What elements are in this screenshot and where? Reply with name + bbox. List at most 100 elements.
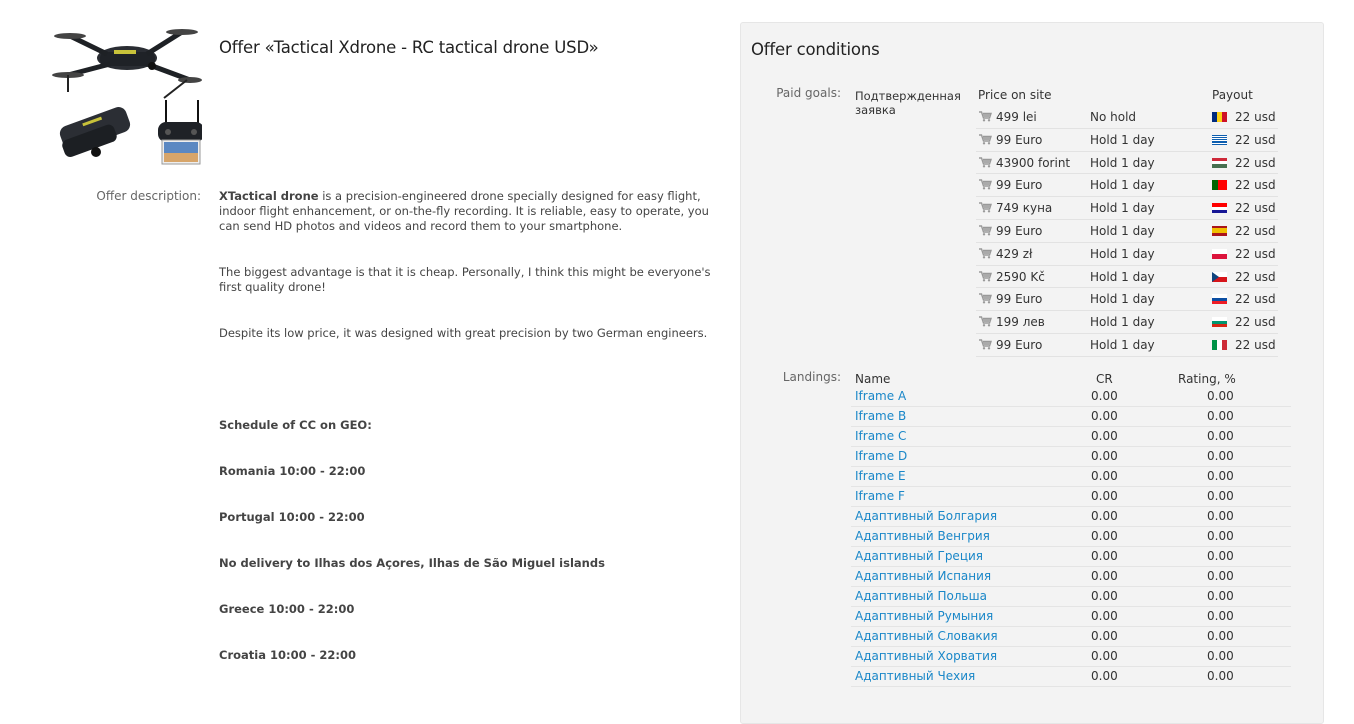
- flag-sk-icon: [1212, 294, 1227, 305]
- payout-value: 22 usd: [1235, 269, 1276, 284]
- paid-goal-row: 749 куна Hold 1 day 22 usd: [976, 197, 1278, 220]
- cart-icon: [979, 111, 992, 122]
- landing-cr: 0.00: [1091, 669, 1118, 683]
- landing-cr: 0.00: [1091, 469, 1118, 483]
- landing-name-column-header: Name: [855, 372, 891, 386]
- landing-row: Адаптивный Венгрия 0.00 0.00: [851, 527, 1291, 547]
- hold-value: Hold 1 day: [1090, 132, 1155, 147]
- price-value: 99 Euro: [996, 132, 1043, 147]
- flag-gr-icon: [1212, 134, 1227, 145]
- landing-rating-column-header: Rating, %: [1178, 372, 1236, 386]
- landing-rating: 0.00: [1207, 449, 1234, 463]
- landing-link[interactable]: Iframe D: [855, 449, 907, 463]
- landings-table: Iframe A 0.00 0.00 Iframe B 0.00 0.00 Iframe C…: [851, 387, 1291, 687]
- landing-row: Адаптивный Болгария 0.00 0.00: [851, 507, 1291, 527]
- cart-icon: [979, 339, 992, 350]
- paid-goal-row: 429 zł Hold 1 day 22 usd: [976, 243, 1278, 266]
- price-on-site: 99 Euro: [979, 292, 1042, 306]
- landing-rating: 0.00: [1207, 389, 1234, 403]
- hold-value: No hold: [1090, 110, 1137, 124]
- price-column-header: Price on site: [978, 88, 1052, 102]
- flag-it-icon: [1212, 339, 1227, 350]
- landing-link[interactable]: Адаптивный Словакия: [855, 629, 998, 643]
- paid-goals-table: 499 lei No hold 22 usd 99 Euro Hold 1 day 22 …: [976, 106, 1278, 357]
- landing-rating: 0.00: [1207, 469, 1234, 483]
- paid-goal-row: 43900 forint Hold 1 day 22 usd: [976, 152, 1278, 175]
- landing-cr: 0.00: [1091, 489, 1118, 503]
- landing-link[interactable]: Iframe C: [855, 429, 906, 443]
- landing-cr: 0.00: [1091, 549, 1118, 563]
- hold-value: Hold 1 day: [1090, 201, 1155, 216]
- flag-hu-icon: [1212, 157, 1227, 168]
- schedule-heading: Schedule of CC on GEO:: [219, 418, 372, 432]
- schedule-item: No delivery to Ilhas dos Açores, Ilhas d…: [219, 556, 605, 570]
- landing-cr: 0.00: [1091, 529, 1118, 543]
- landing-cr: 0.00: [1091, 389, 1118, 403]
- landing-rating: 0.00: [1207, 429, 1234, 443]
- hold-value: Hold 1 day: [1090, 337, 1155, 352]
- flag-bg-icon: [1212, 317, 1227, 328]
- price-on-site: 2590 Kč: [979, 270, 1045, 284]
- price-on-site: 99 Euro: [979, 338, 1042, 352]
- landing-row: Iframe C 0.00 0.00: [851, 427, 1291, 447]
- landing-cr: 0.00: [1091, 429, 1118, 443]
- price-on-site: 749 куна: [979, 201, 1052, 215]
- cart-icon: [979, 134, 992, 145]
- paid-goal-row: 99 Euro Hold 1 day 22 usd: [976, 220, 1278, 243]
- flag-cz-icon: [1212, 271, 1227, 282]
- price-value: 2590 Kč: [996, 269, 1045, 284]
- hold-value: Hold 1 day: [1090, 155, 1155, 170]
- landing-cr: 0.00: [1091, 589, 1118, 603]
- goal-name: Подтвержденная заявка: [855, 89, 961, 117]
- landing-link[interactable]: Iframe E: [855, 469, 906, 483]
- landing-rating: 0.00: [1207, 589, 1234, 603]
- description-paragraph: Despite its low price, it was designed w…: [219, 326, 708, 340]
- paid-goals-label: Paid goals:: [776, 86, 841, 100]
- landing-row: Iframe F 0.00 0.00: [851, 487, 1291, 507]
- cart-icon: [979, 270, 992, 282]
- landing-row: Адаптивный Румыния 0.00 0.00: [851, 607, 1291, 627]
- price-on-site: 99 Euro: [979, 133, 1042, 147]
- offer-conditions-panel: Offer conditions Paid goals: Подтвержден…: [740, 22, 1324, 724]
- price-on-site: 43900 forint: [979, 156, 1070, 170]
- landing-link[interactable]: Iframe B: [855, 409, 906, 423]
- landing-link[interactable]: Адаптивный Испания: [855, 569, 991, 583]
- landing-rating: 0.00: [1207, 509, 1234, 523]
- hold-value: Hold 1 day: [1090, 315, 1155, 330]
- cart-icon: [979, 156, 992, 168]
- landing-link[interactable]: Адаптивный Венгрия: [855, 529, 990, 543]
- landing-row: Адаптивный Испания 0.00 0.00: [851, 567, 1291, 587]
- landing-rating: 0.00: [1207, 409, 1234, 423]
- cart-icon: [979, 225, 992, 236]
- payout-value: 22 usd: [1235, 223, 1276, 238]
- price-value: 99 Euro: [996, 292, 1043, 307]
- cart-icon: [979, 248, 992, 259]
- cart-icon: [979, 293, 992, 304]
- flag-pt-icon: [1212, 180, 1227, 191]
- price-on-site: 499 lei: [979, 110, 1037, 124]
- landing-cr-column-header: CR: [1096, 372, 1113, 386]
- cart-icon: [979, 179, 992, 190]
- landing-link[interactable]: Адаптивный Чехия: [855, 669, 975, 683]
- payout-value: 22 usd: [1235, 178, 1276, 193]
- payout-value: 22 usd: [1235, 292, 1276, 307]
- price-on-site: 199 лев: [979, 315, 1045, 329]
- paid-goal-row: 99 Euro Hold 1 day 22 usd: [976, 288, 1278, 312]
- landing-link[interactable]: Адаптивный Хорватия: [855, 649, 997, 663]
- landing-cr: 0.00: [1091, 569, 1118, 583]
- landing-link[interactable]: Адаптивный Польша: [855, 589, 987, 603]
- landing-row: Iframe B 0.00 0.00: [851, 407, 1291, 427]
- flag-pl-icon: [1212, 248, 1227, 259]
- landing-row: Iframe A 0.00 0.00: [851, 387, 1291, 407]
- landing-cr: 0.00: [1091, 509, 1118, 523]
- cart-icon: [979, 202, 992, 213]
- price-on-site: 99 Euro: [979, 178, 1042, 192]
- landing-link[interactable]: Iframe A: [855, 389, 906, 403]
- landing-link[interactable]: Адаптивный Греция: [855, 549, 983, 563]
- price-on-site: 429 zł: [979, 247, 1032, 261]
- landing-link[interactable]: Iframe F: [855, 489, 905, 503]
- landing-link[interactable]: Адаптивный Болгария: [855, 509, 997, 523]
- landing-link[interactable]: Адаптивный Румыния: [855, 609, 993, 623]
- landing-rating: 0.00: [1207, 609, 1234, 623]
- offer-description-label: Offer description:: [96, 189, 201, 203]
